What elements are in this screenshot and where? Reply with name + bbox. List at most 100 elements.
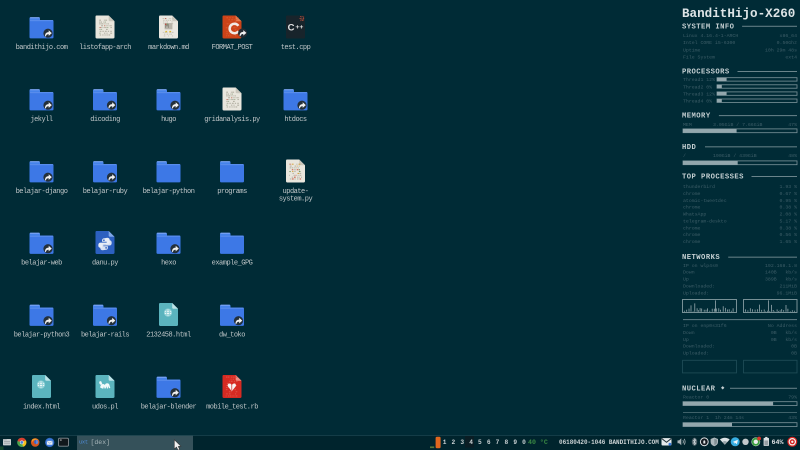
svg-text:gridanalysis.py: gridanalysis.py <box>204 116 260 124</box>
svg-text:belajar-python: belajar-python <box>143 188 195 196</box>
svg-text:10h 29m 48s: 10h 29m 48s <box>765 47 797 53</box>
svg-text:dw_toko: dw_toko <box>219 332 245 340</box>
svg-text:chrome: chrome <box>683 191 701 197</box>
svg-text:0.67 %: 0.67 % <box>780 191 798 197</box>
svg-text:belajar-ruby: belajar-ruby <box>83 188 128 196</box>
svg-text:Up: Up <box>683 337 689 343</box>
svg-text:ext4: ext4 <box>785 55 797 61</box>
svg-text:5: 5 <box>478 439 482 446</box>
svg-text:3: 3 <box>460 439 464 446</box>
svg-text:Reactor 0: Reactor 0 <box>683 395 709 401</box>
svg-text:PROCESSORS: PROCESSORS <box>682 69 730 77</box>
svg-text:hexo: hexo <box>161 260 176 268</box>
svg-text:mobile_test.rb: mobile_test.rb <box>206 404 258 412</box>
svg-text:htdocs: htdocs <box>284 116 307 124</box>
svg-text:[dex]: [dex] <box>91 439 111 446</box>
svg-text:chrome: chrome <box>683 232 701 238</box>
svg-text:96.1MiB: 96.1MiB <box>777 290 797 296</box>
svg-text:FORMAT_POST: FORMAT_POST <box>212 44 253 52</box>
svg-text:belajar-blender: belajar-blender <box>141 404 197 412</box>
svg-text:listofapp-arch: listofapp-arch <box>79 44 131 52</box>
svg-text:43%: 43% <box>788 415 797 421</box>
svg-text:hugo: hugo <box>161 116 176 124</box>
svg-text:0.56 %: 0.56 % <box>780 232 798 238</box>
svg-text:udos.pl: udos.pl <box>92 404 118 412</box>
svg-text:2: 2 <box>452 439 456 446</box>
svg-text:64%: 64% <box>772 439 785 447</box>
svg-text:0: 0 <box>522 439 526 446</box>
svg-text:0.95 %: 0.95 % <box>780 198 798 204</box>
svg-text:atomic-tweetdec: atomic-tweetdec <box>683 198 727 204</box>
svg-text:WhatsApp: WhatsApp <box>683 212 706 218</box>
svg-text:danu.py: danu.py <box>92 260 118 268</box>
svg-text:Linux 4.16.4-1-ARCH: Linux 4.16.4-1-ARCH <box>683 33 738 39</box>
svg-text:File System: File System <box>683 55 715 61</box>
svg-text:programs: programs <box>217 188 247 196</box>
svg-text:5.17 %: 5.17 % <box>780 219 798 225</box>
svg-text:Thread2 0%: Thread2 0% <box>683 84 712 90</box>
svg-text:dicoding: dicoding <box>90 116 120 124</box>
svg-text:chrome: chrome <box>683 225 701 231</box>
svg-text:No Address: No Address <box>768 323 797 329</box>
svg-text:MEMORY: MEMORY <box>682 113 711 121</box>
svg-text:Down: Down <box>683 330 695 336</box>
svg-text:chrome: chrome <box>683 239 701 245</box>
svg-text:belajar-rails: belajar-rails <box>81 332 129 340</box>
svg-text:SYSTEM INFO: SYSTEM INFO <box>682 23 735 31</box>
svg-text:1.65 %: 1.65 % <box>780 239 798 245</box>
svg-text:Uptime: Uptime <box>683 47 701 53</box>
svg-text:Thread1 12%: Thread1 12% <box>683 77 715 83</box>
svg-text:Intel CORE i5-6300: Intel CORE i5-6300 <box>683 40 735 46</box>
svg-text:1: 1 <box>443 439 447 446</box>
svg-text:40 °C: 40 °C <box>528 438 548 446</box>
svg-text:telegram-deskto: telegram-deskto <box>683 219 727 225</box>
svg-text:192.168.1.8: 192.168.1.8 <box>765 263 797 269</box>
svg-text:belajar-django: belajar-django <box>16 188 68 196</box>
svg-text:x86_64: x86_64 <box>780 33 798 39</box>
svg-text:8: 8 <box>504 439 508 446</box>
svg-text:0B: 0B <box>791 351 797 357</box>
svg-text:belajar-python3: belajar-python3 <box>14 332 70 340</box>
svg-text:TOP PROCESSES: TOP PROCESSES <box>682 174 744 182</box>
svg-text:example_GPG: example_GPG <box>212 260 253 268</box>
svg-text:2.08 %: 2.08 % <box>780 212 798 218</box>
svg-text:2132458.html: 2132458.html <box>146 332 191 340</box>
svg-text:index.html: index.html <box>23 404 60 412</box>
svg-text:Reactor 1 1h 24m 14s: Reactor 1 1h 24m 14s <box>683 415 744 421</box>
svg-text:/: / <box>683 153 686 159</box>
svg-text:0.38 %: 0.38 % <box>780 225 798 231</box>
svg-text:3.05GiB / 7.66GiB: 3.05GiB / 7.66GiB <box>713 122 763 128</box>
svg-text:6: 6 <box>487 439 491 446</box>
svg-text:NETWORKS: NETWORKS <box>682 254 720 262</box>
svg-text:0B kb/s: 0B kb/s <box>771 337 797 343</box>
svg-text:thunderbird: thunderbird <box>683 184 715 190</box>
svg-text:NUCLEAR: NUCLEAR <box>682 385 716 393</box>
svg-text:Up: Up <box>683 277 689 283</box>
svg-text:7: 7 <box>496 439 500 446</box>
svg-text:0B kb/s: 0B kb/s <box>771 330 797 336</box>
svg-text:Uploaded:: Uploaded: <box>683 351 709 357</box>
svg-text:190GiB / 439GiB: 190GiB / 439GiB <box>713 153 757 159</box>
svg-text:IP on enp0s31f6: IP on enp0s31f6 <box>683 323 727 329</box>
svg-text:211MiB: 211MiB <box>780 283 798 289</box>
svg-text:48%: 48% <box>788 153 797 159</box>
svg-text:belajar-web: belajar-web <box>21 260 62 268</box>
svg-text:Thread4 0%: Thread4 0% <box>683 99 712 105</box>
svg-text:MEM: MEM <box>683 122 692 128</box>
svg-text:uxt: uxt <box>79 440 88 446</box>
svg-text:test.cpp: test.cpp <box>281 44 311 52</box>
svg-text:79%: 79% <box>788 395 797 401</box>
svg-text:Down: Down <box>683 270 695 276</box>
svg-text:4: 4 <box>469 439 473 446</box>
svg-text:markdown.md: markdown.md <box>148 44 189 52</box>
svg-text:bandithijo.com: bandithijo.com <box>16 44 68 52</box>
svg-text:Downloaded:: Downloaded: <box>683 283 715 289</box>
svg-text:Downloaded:: Downloaded: <box>683 344 715 350</box>
svg-text:06180420-1046 BANDITHIJO.COM: 06180420-1046 BANDITHIJO.COM <box>559 439 659 446</box>
svg-text:BanditHijo-X260: BanditHijo-X260 <box>682 7 795 21</box>
svg-text:jekyll: jekyll <box>30 116 53 124</box>
svg-text:389B kb/s: 389B kb/s <box>765 277 797 283</box>
svg-text:47%: 47% <box>788 122 797 128</box>
svg-text:Uploaded:: Uploaded: <box>683 290 709 296</box>
svg-text:Thread3 12%: Thread3 12% <box>683 91 715 97</box>
